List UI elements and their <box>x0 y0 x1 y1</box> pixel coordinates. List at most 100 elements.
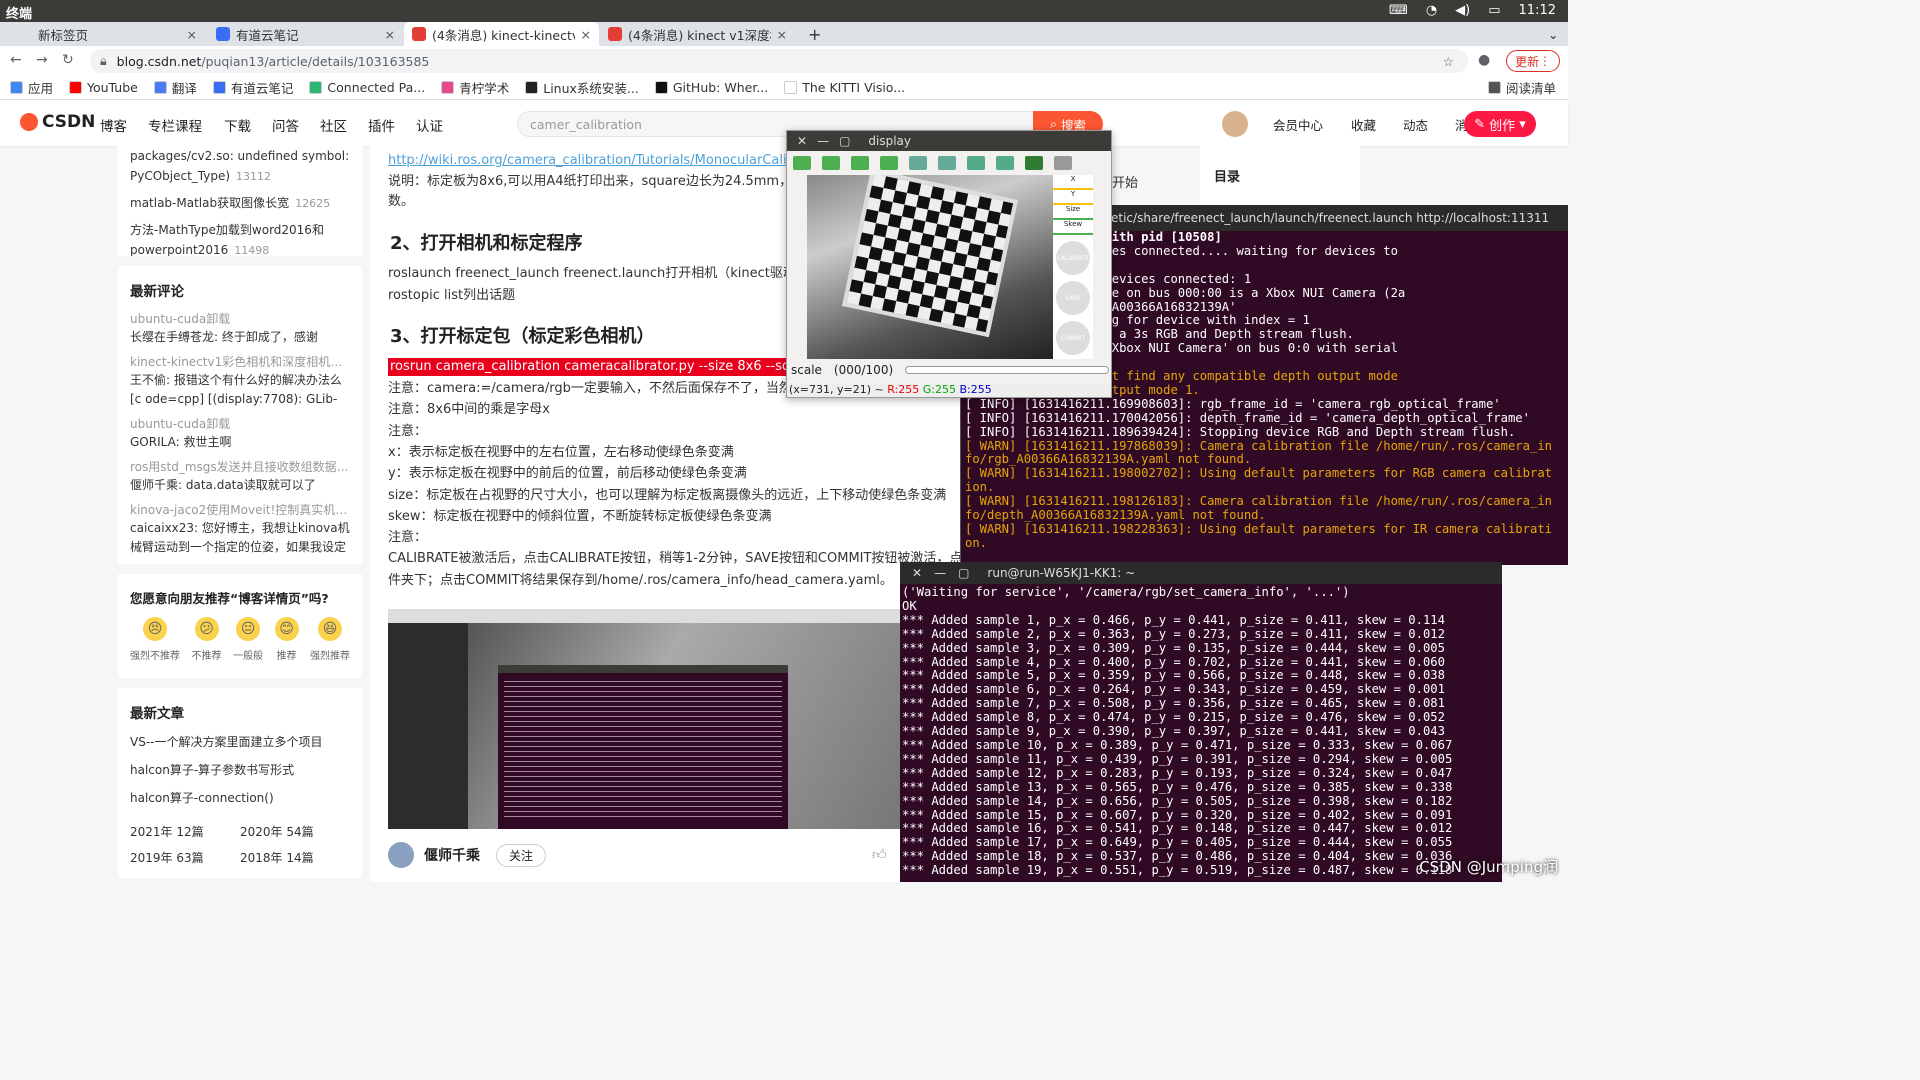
new-tab-button[interactable]: + <box>800 22 824 46</box>
pan-up-icon[interactable] <box>851 156 869 170</box>
zoom-out-icon[interactable] <box>996 156 1014 170</box>
bookmark-item[interactable]: 阅读清单 <box>1487 78 1556 97</box>
nav-link[interactable]: 插件 <box>368 115 395 135</box>
latest-article-link[interactable]: halcon算子-connection() <box>130 788 350 808</box>
bookmark-item[interactable]: 青柠学术 <box>441 78 509 97</box>
tab-kinect-active[interactable]: (4条消息) kinect-kinectv1 × <box>404 22 599 46</box>
maximize-icon[interactable]: ▢ <box>958 566 969 580</box>
close-icon[interactable]: ✕ <box>797 134 807 148</box>
comment-article-link[interactable]: kinect-kinectv1彩色相机和深度相机的内... <box>130 353 350 371</box>
update-button[interactable]: 更新 ⋮ <box>1506 50 1560 72</box>
bookmark-item[interactable]: YouTube <box>69 80 138 95</box>
nav-link[interactable]: 博客 <box>100 115 127 135</box>
close-tab-icon[interactable]: × <box>187 27 197 42</box>
tab-youdao[interactable]: 有道云笔记 × <box>208 22 403 46</box>
maximize-icon[interactable]: ▢ <box>839 134 850 148</box>
follow-button[interactable]: 关注 <box>496 843 547 867</box>
tab-kinect-depth[interactable]: (4条消息) kinect v1深度相 × <box>600 22 795 46</box>
hot-article-item[interactable]: matlab-Matlab获取图像长宽 12625 <box>130 193 350 214</box>
latest-article-link[interactable]: halcon算子-算子参数书写形式 <box>130 760 350 780</box>
zoom-image-icon[interactable] <box>909 156 927 170</box>
battery-icon[interactable]: ▭ <box>1488 3 1500 18</box>
calib-commit-button[interactable]: COMMIT <box>1056 321 1090 355</box>
close-icon[interactable]: ✕ <box>912 566 922 580</box>
recommend-option[interactable]: 😆 强烈推荐 <box>310 617 350 662</box>
csdn-logo[interactable]: CSDN <box>20 112 95 132</box>
scale-slider[interactable] <box>905 366 1109 374</box>
hot-article-item[interactable]: 方法-MathType加载到word2016和 <box>130 220 350 240</box>
archive-link[interactable]: 2021年 12篇 <box>130 822 240 842</box>
url-field[interactable]: 🔒︎ blog.csdn.net/puqian13/article/detail… <box>90 49 1468 73</box>
create-button[interactable]: ✎ 创作 ▾ <box>1464 111 1536 137</box>
keyboard-icon[interactable]: ⌨ <box>1389 3 1408 18</box>
nav-link[interactable]: 问答 <box>272 115 299 135</box>
recommend-option[interactable]: 😣 强烈不推荐 <box>130 617 180 662</box>
comment-article-link[interactable]: ubuntu-cuda卸载 <box>130 415 350 433</box>
recommend-option[interactable]: 😊 推荐 <box>274 617 299 662</box>
nav-link[interactable]: 认证 <box>416 115 443 135</box>
bookmark-item[interactable]: Connected Pa... <box>309 80 425 95</box>
header-link[interactable]: 收藏 <box>1351 115 1376 134</box>
tutorial-link[interactable]: http://wiki.ros.org/camera_calibration/T… <box>388 150 833 171</box>
user-avatar[interactable] <box>1222 111 1248 137</box>
tab-menu-icon[interactable]: ⌄ <box>1540 22 1564 46</box>
bookmark-item[interactable]: Linux系统安装... <box>525 78 639 97</box>
browser-tab-bar: 新标签页 × 有道云笔记 × (4条消息) kinect-kinectv1 × (4条… <box>0 22 1568 46</box>
minimize-icon[interactable]: — <box>934 566 946 580</box>
like-icon[interactable]: 👍︎ <box>872 846 887 863</box>
status-bar: (x=731, y=21) ~ R:255 G:255 B:255 <box>787 383 1111 397</box>
hot-article-item[interactable]: packages/cv2.so: undefined symbol: <box>130 146 350 166</box>
close-tab-icon[interactable]: × <box>777 27 787 42</box>
pan-down-icon[interactable] <box>880 156 898 170</box>
bookmark-item[interactable]: The KITTI Visio... <box>784 80 905 95</box>
pan-left-icon[interactable] <box>793 156 811 170</box>
close-tab-icon[interactable]: × <box>385 27 395 42</box>
zoom-in-icon[interactable] <box>967 156 985 170</box>
article-note-line: size：标定板在占视野的尺寸大小，也可以理解为标定板离摄像头的远近，上下移动使… <box>388 487 947 503</box>
clock[interactable]: 11:12 <box>1519 3 1556 18</box>
camera-view[interactable] <box>807 175 1053 359</box>
author-name[interactable]: 偃师千乘 <box>424 845 480 865</box>
nav-link[interactable]: 下载 <box>224 115 251 135</box>
properties-icon[interactable] <box>1054 156 1072 170</box>
volume-icon[interactable]: ◀) <box>1455 3 1470 18</box>
comment-article-link[interactable]: kinova-jaco2使用Moveit!控制真实机械臂... <box>130 501 350 519</box>
display-window[interactable]: ✕ — ▢ display X Y Size Skew CALIBRATE SAVE COM… <box>786 130 1112 398</box>
reload-icon[interactable]: ↻ <box>62 52 74 68</box>
recommend-option[interactable]: 😕 不推荐 <box>192 617 222 662</box>
close-tab-icon[interactable]: × <box>581 27 591 42</box>
hot-article-item[interactable]: PyCObject_Type) 13112 <box>130 166 350 187</box>
bookmark-item[interactable]: 应用 <box>10 78 53 97</box>
header-link[interactable]: 会员中心 <box>1273 115 1323 134</box>
terminal-line: *** Added sample 14, p_x = 0.656, p_y = … <box>902 793 1453 808</box>
author-avatar[interactable] <box>388 842 414 868</box>
minimize-icon[interactable]: — <box>817 134 829 148</box>
calibration-terminal[interactable]: ✕ — ▢ run@run-W65KJ1-KK1: ~ ('Waiting fo… <box>900 562 1502 882</box>
archive-link[interactable]: 2018年 14篇 <box>240 848 350 868</box>
hot-article-item[interactable]: powerpoint2016 11498 <box>130 240 350 256</box>
latest-article-link[interactable]: VS--一个解决方案里面建立多个项目 <box>130 732 350 752</box>
wifi-icon[interactable]: ◔ <box>1426 3 1437 18</box>
recommend-option[interactable]: 😐 一般般 <box>233 617 263 662</box>
profile-icon[interactable]: ● <box>1478 52 1490 68</box>
calib-calibrate-button[interactable]: CALIBRATE <box>1056 241 1090 275</box>
pan-right-icon[interactable] <box>822 156 840 170</box>
save-image-icon[interactable] <box>1025 156 1043 170</box>
calib-save-button[interactable]: SAVE <box>1056 281 1090 315</box>
bookmark-item[interactable]: 翻译 <box>153 78 197 97</box>
back-icon[interactable]: ← <box>10 52 22 68</box>
tab-new-tab[interactable]: 新标签页 × <box>10 22 205 46</box>
comment-article-link[interactable]: ros用std_msgs发送并且接收数组数据（... <box>130 458 350 476</box>
bookmark-item[interactable]: GitHub: Wher... <box>654 80 768 95</box>
archive-link[interactable]: 2020年 54篇 <box>240 822 350 842</box>
active-app-title: 终端 <box>6 7 33 22</box>
archive-link[interactable]: 2019年 63篇 <box>130 848 240 868</box>
nav-link[interactable]: 专栏课程 <box>148 115 202 135</box>
bookmark-star-icon[interactable]: ☆ <box>1443 54 1454 69</box>
nav-link[interactable]: 社区 <box>320 115 347 135</box>
bookmark-item[interactable]: 有道云笔记 <box>212 78 293 97</box>
forward-icon[interactable]: → <box>36 52 48 68</box>
comment-article-link[interactable]: ubuntu-cuda卸载 <box>130 310 350 328</box>
header-link[interactable]: 动态 <box>1403 115 1428 134</box>
zoom-fit-icon[interactable] <box>938 156 956 170</box>
